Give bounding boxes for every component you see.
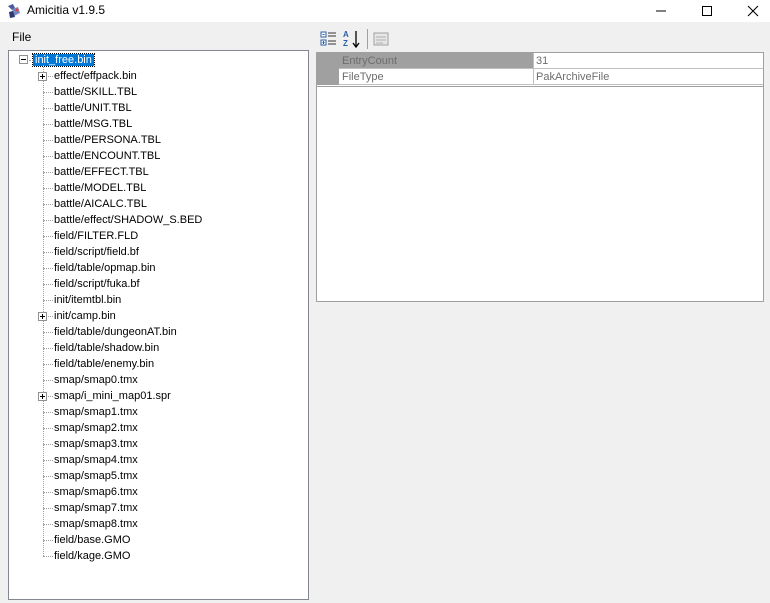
tree-node-label: smap/smap5.tmx (54, 470, 138, 482)
tree-node[interactable]: field/script/field.bf (53, 244, 140, 260)
tree-container: init_free.bin effect/effpack.bin battle/S… (9, 51, 308, 599)
tree-node[interactable]: battle/PERSONA.TBL (53, 132, 162, 148)
tree-node[interactable]: init/camp.bin (53, 308, 117, 324)
window-title: Amicitia v1.9.5 (27, 3, 106, 17)
property-row-entrycount[interactable]: EntryCount 31 (317, 53, 763, 69)
minimize-button[interactable] (638, 0, 684, 22)
tree-node-label: battle/EFFECT.TBL (54, 166, 149, 178)
menu-file[interactable]: File (8, 30, 35, 44)
tree-node-label: smap/i_mini_map01.spr (54, 390, 171, 402)
tree-node[interactable]: battle/MODEL.TBL (53, 180, 147, 196)
property-name: EntryCount (339, 53, 533, 69)
tree-node[interactable]: battle/ENCOUNT.TBL (53, 148, 161, 164)
tree-node[interactable]: field/base.GMO (53, 532, 131, 548)
property-grid-divider (317, 86, 763, 87)
tree-node[interactable]: field/table/dungeonAT.bin (53, 324, 178, 340)
maximize-button[interactable] (684, 0, 730, 22)
expand-icon[interactable] (38, 72, 47, 81)
tree-node-label: field/FILTER.FLD (54, 230, 139, 242)
tree-node[interactable]: smap/smap4.tmx (53, 452, 139, 468)
sort-alphabetical-button[interactable]: A Z (341, 28, 363, 50)
tree-node-label: smap/smap8.tmx (54, 518, 138, 530)
tree-node-label: field/table/opmap.bin (54, 262, 156, 274)
sort-alphabetical-icon: A Z (343, 30, 360, 49)
tree-node[interactable]: smap/smap3.tmx (53, 436, 139, 452)
property-grid-toolbar: A Z (316, 27, 766, 51)
tree-node-label: battle/AICALC.TBL (54, 198, 147, 210)
tree-node[interactable]: battle/SKILL.TBL (53, 84, 138, 100)
collapse-icon[interactable] (19, 55, 28, 64)
tree-node-label: field/table/shadow.bin (54, 342, 160, 354)
tree-node-label: smap/smap7.tmx (54, 502, 138, 514)
expand-icon[interactable] (38, 312, 47, 321)
tree-node-label: battle/MODEL.TBL (54, 182, 147, 194)
tree-node-label: effect/effpack.bin (54, 70, 137, 82)
app-logo-icon (6, 3, 22, 19)
tree-node[interactable]: field/table/opmap.bin (53, 260, 157, 276)
tree-node-label: battle/ENCOUNT.TBL (54, 150, 161, 162)
property-value[interactable]: 31 (533, 53, 763, 69)
property-margin (317, 53, 339, 69)
tree-node[interactable]: smap/smap2.tmx (53, 420, 139, 436)
tree-node[interactable]: battle/AICALC.TBL (53, 196, 148, 212)
tree-node[interactable]: init/itemtbl.bin (53, 292, 122, 308)
tree-node[interactable]: smap/smap7.tmx (53, 500, 139, 516)
property-name: FileType (339, 69, 533, 85)
tree-node-label: smap/smap1.tmx (54, 406, 138, 418)
close-icon (747, 5, 759, 17)
maximize-icon (702, 6, 712, 16)
tree-node-label: smap/smap2.tmx (54, 422, 138, 434)
tree-node-label: smap/smap3.tmx (54, 438, 138, 450)
categorized-button[interactable] (318, 28, 340, 50)
tree-node-label: field/base.GMO (54, 534, 131, 546)
file-tree[interactable]: init_free.bin effect/effpack.bin battle/S… (8, 50, 309, 600)
tree-node[interactable]: field/FILTER.FLD (53, 228, 139, 244)
tree-node-label: battle/PERSONA.TBL (54, 134, 161, 146)
tree-node[interactable]: smap/smap5.tmx (53, 468, 139, 484)
tree-node[interactable]: field/script/fuka.bf (53, 276, 141, 292)
property-pages-button[interactable] (370, 28, 392, 50)
tree-node-label: field/kage.GMO (54, 550, 131, 562)
tree-node-label: field/script/field.bf (54, 246, 139, 258)
minimize-icon (656, 10, 666, 12)
expand-icon[interactable] (38, 392, 47, 401)
tree-node-label: smap/smap0.tmx (54, 374, 138, 386)
tree-node[interactable]: smap/smap8.tmx (53, 516, 139, 532)
title-bar: Amicitia v1.9.5 (0, 0, 770, 22)
tree-node[interactable]: battle/UNIT.TBL (53, 100, 133, 116)
toolbar-separator (367, 29, 368, 49)
tree-node-label: init/itemtbl.bin (54, 294, 122, 306)
tree-node[interactable]: effect/effpack.bin (53, 68, 138, 84)
tree-node-label: field/table/dungeonAT.bin (54, 326, 177, 338)
tree-node[interactable]: smap/smap1.tmx (53, 404, 139, 420)
tree-node[interactable]: battle/EFFECT.TBL (53, 164, 150, 180)
tree-node-label: battle/UNIT.TBL (54, 102, 132, 114)
tree-node[interactable]: smap/i_mini_map01.spr (53, 388, 172, 404)
property-pages-icon (373, 32, 389, 46)
tree-node-label: smap/smap6.tmx (54, 486, 138, 498)
tree-node[interactable]: field/table/shadow.bin (53, 340, 160, 356)
tree-node[interactable]: field/kage.GMO (53, 548, 131, 564)
svg-text:Z: Z (343, 39, 348, 48)
tree-node[interactable]: smap/smap0.tmx (53, 372, 139, 388)
tree-node-label: battle/MSG.TBL (54, 118, 133, 130)
tree-node[interactable]: battle/effect/SHADOW_S.BED (53, 212, 203, 228)
svg-text:A: A (343, 30, 349, 39)
tree-node-label: field/table/enemy.bin (54, 358, 155, 370)
tree-node-label: battle/SKILL.TBL (54, 86, 138, 98)
tree-node[interactable]: field/table/enemy.bin (53, 356, 155, 372)
tree-node[interactable]: smap/smap6.tmx (53, 484, 139, 500)
property-row-filetype[interactable]: FileType PakArchiveFile (317, 69, 763, 85)
tree-node[interactable]: battle/MSG.TBL (53, 116, 133, 132)
close-button[interactable] (730, 0, 770, 22)
tree-node-label: field/script/fuka.bf (54, 278, 140, 290)
tree-node-label: init/camp.bin (54, 310, 116, 322)
tree-node-label: battle/effect/SHADOW_S.BED (54, 214, 203, 226)
property-value[interactable]: PakArchiveFile (533, 69, 763, 85)
categorized-icon (320, 31, 336, 46)
property-grid[interactable]: EntryCount 31 FileType PakArchiveFile (316, 52, 764, 302)
property-margin (317, 69, 339, 85)
tree-node-label: smap/smap4.tmx (54, 454, 138, 466)
